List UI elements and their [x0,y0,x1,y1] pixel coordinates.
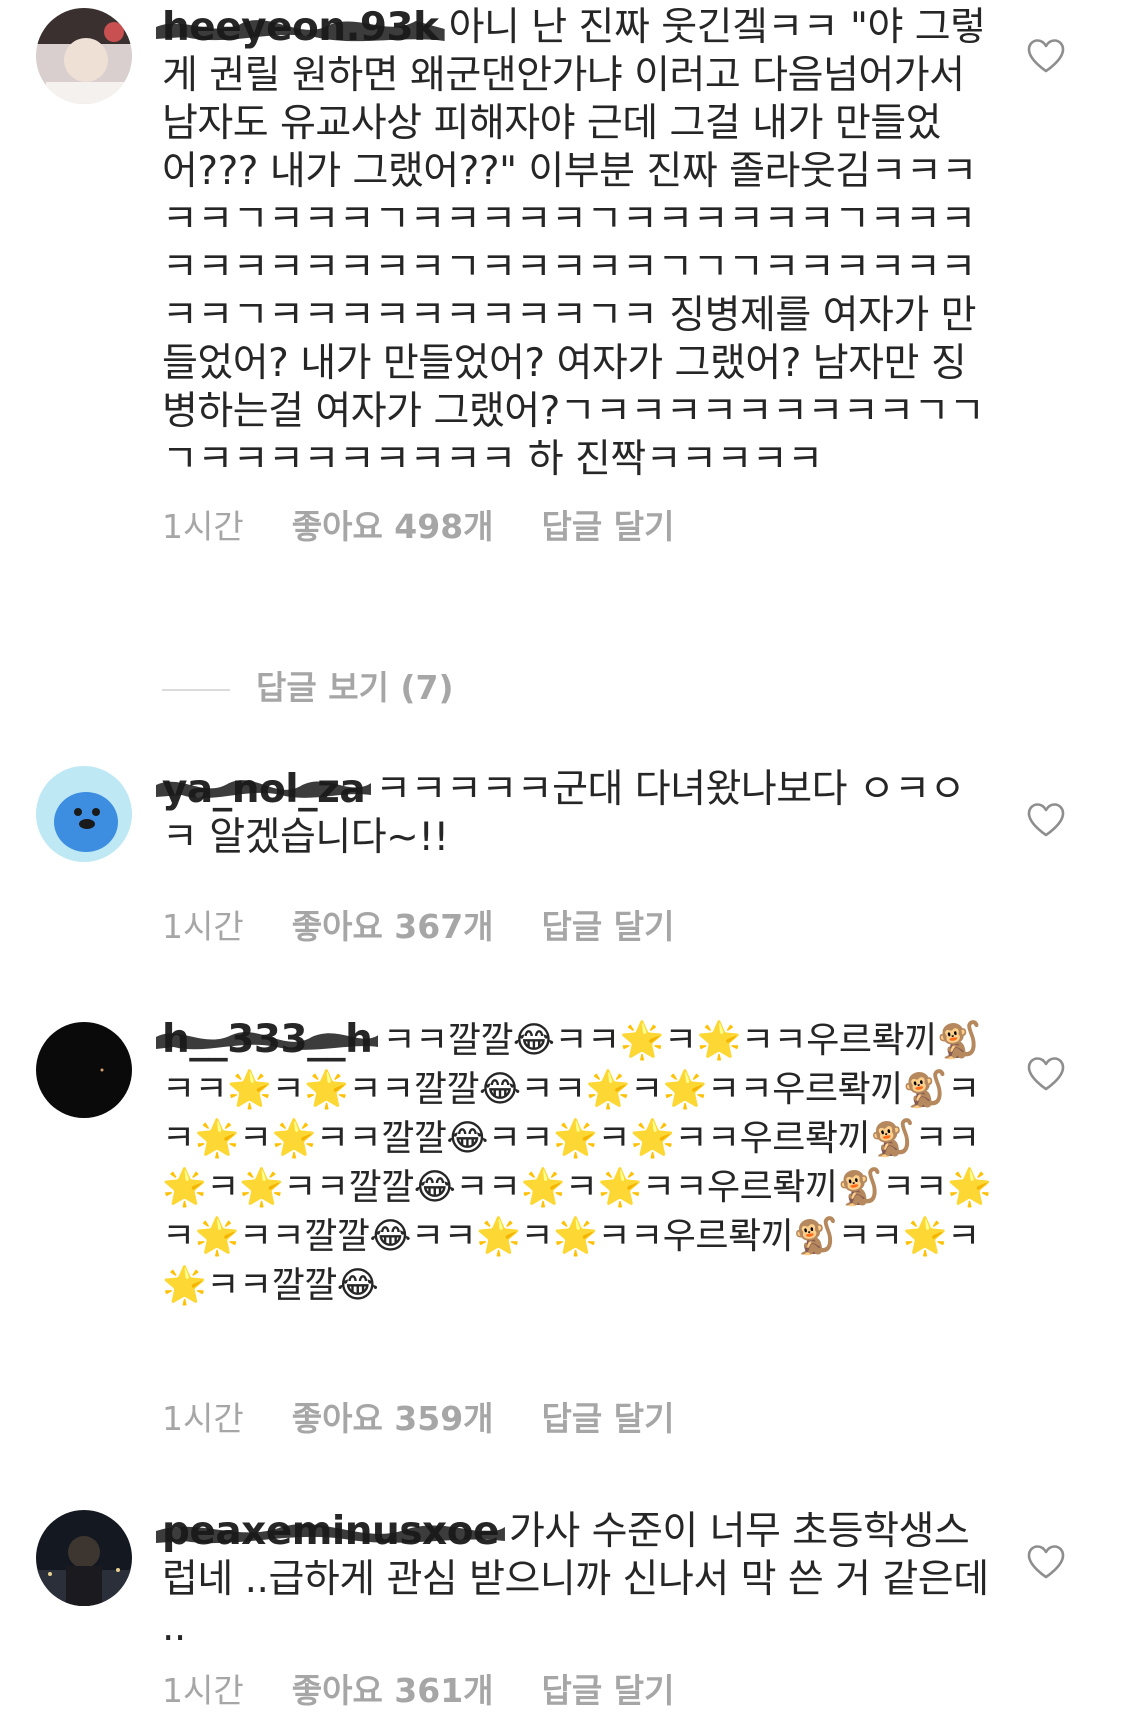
comment-username[interactable]: h__333__h [156,1017,379,1062]
reply-button[interactable]: 답글 달기 [542,907,675,946]
reply-button[interactable]: 답글 달기 [542,507,675,546]
avatar[interactable] [36,1510,132,1606]
like-count[interactable]: 좋아요 367개 [292,907,494,946]
like-count[interactable]: 좋아요 361개 [292,1671,494,1710]
comment-text-block: heeyeon.93k 아니 난 진짜 웃긴겤ㅋㅋ "야 그렇게 권릴 원하면 왜… [156,4,992,484]
view-replies-label: 답글 보기 (7) [256,668,454,707]
comment-username[interactable]: heeyeon.93k [156,5,445,50]
comment-meta: 1시간 좋아요 367개 답글 달기 [162,900,722,948]
comment-body: 아니 난 진짜 웃긴겤ㅋㅋ "야 그렇게 권릴 원하면 왜군댄안가냐 이러고 다… [162,5,986,482]
heart-outline-icon[interactable] [1026,802,1066,838]
avatar[interactable] [36,766,132,862]
comment-body: ㅋㅋ깔깔😂ㅋㅋ🌟ㅋ🌟ㅋㅋ우르롹끼🐒ㅋㅋ🌟ㅋ🌟ㅋㅋ깔깔😂ㅋㅋ🌟ㅋ🌟ㅋㅋ우르롹끼🐒ㅋ… [162,1020,992,1306]
heart-outline-icon[interactable] [1026,1544,1066,1580]
comment-text-block: peaxeminusxoe 가사 수준이 너무 초등학생스럽네 ..급하게 관심 … [156,1508,992,1652]
comment-meta: 1시간 좋아요 361개 답글 달기 [162,1664,722,1712]
avatar-image-2 [36,766,132,862]
reply-button[interactable]: 답글 달기 [542,1671,675,1710]
avatar-image-1 [36,8,132,104]
like-count[interactable]: 좋아요 498개 [292,507,494,546]
replies-divider [162,688,230,691]
comment-time: 1시간 [162,507,244,546]
comment-time: 1시간 [162,1399,244,1438]
avatar[interactable] [36,1022,132,1118]
comment-username[interactable]: peaxeminusxoe [156,1509,505,1554]
comment-meta: 1시간 좋아요 359개 답글 달기 [162,1392,722,1440]
like-count[interactable]: 좋아요 359개 [292,1399,494,1438]
view-replies-button[interactable]: 답글 보기 (7) [162,661,454,709]
comment-time: 1시간 [162,1671,244,1710]
avatar[interactable] [36,8,132,104]
avatar-image-3 [36,1022,132,1118]
heart-outline-icon[interactable] [1026,38,1066,74]
comment-username[interactable]: ya_nol_za [156,767,372,812]
avatar-image-4 [36,1510,132,1606]
comment-text-block: ya_nol_za ㅋㅋㅋㅋㅋ군대 다녀왔나보다 ㅇㅋㅇㅋ 알겠습니다~!! [156,766,992,862]
reply-button[interactable]: 답글 달기 [542,1399,675,1438]
heart-outline-icon[interactable] [1026,1056,1066,1092]
comment-time: 1시간 [162,907,244,946]
comment-text-block: h__333__h ㅋㅋ깔깔😂ㅋㅋ🌟ㅋ🌟ㅋㅋ우르롹끼🐒ㅋㅋ🌟ㅋ🌟ㅋㅋ깔깔😂ㅋㅋ🌟ㅋ… [156,1016,992,1310]
comment-meta: 1시간 좋아요 498개 답글 달기 [162,500,722,548]
